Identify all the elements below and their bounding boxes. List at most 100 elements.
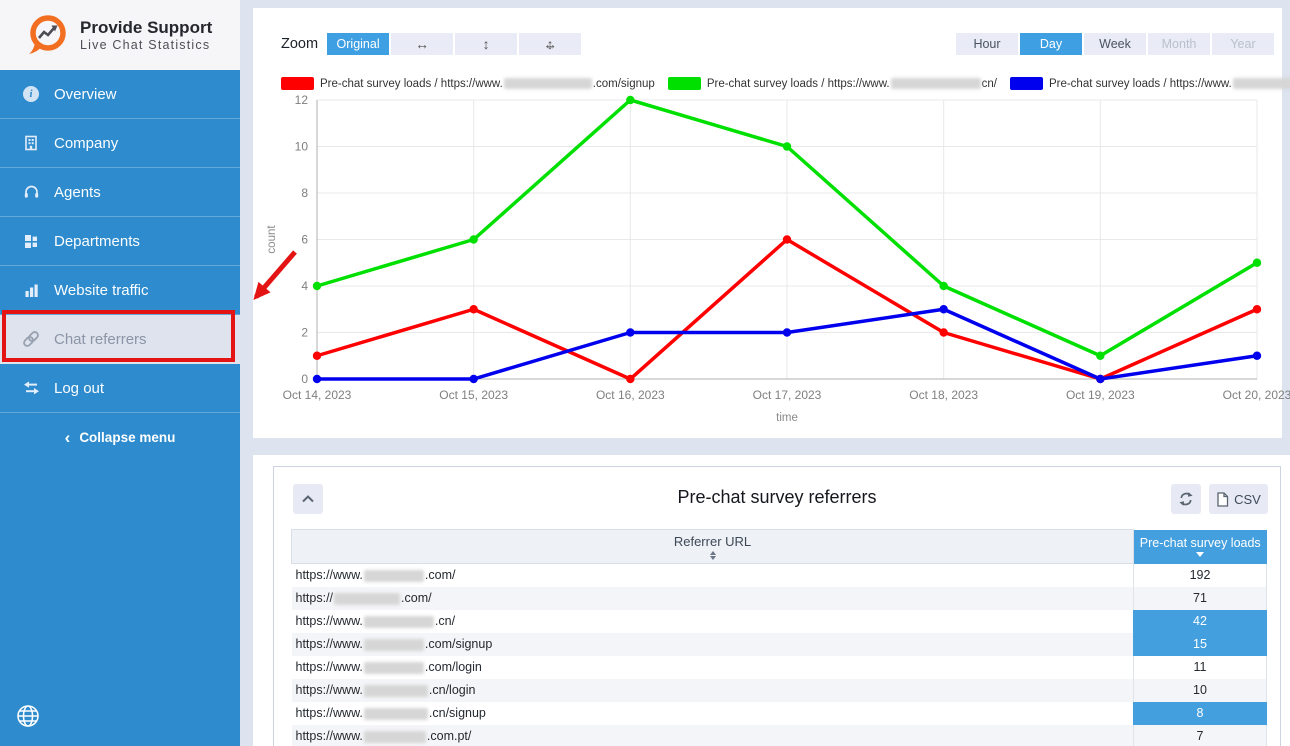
zoom-both-button[interactable]: ↔ ↕ [519, 33, 581, 55]
svg-text:Oct 14, 2023: Oct 14, 2023 [283, 388, 352, 402]
redacted-text [504, 78, 592, 89]
horizontal-arrow-icon: ↔ [415, 36, 429, 52]
sidebar-item-label: Overview [54, 86, 117, 103]
referrers-table: Referrer URL Pre-chat survey loads htt [291, 529, 1267, 746]
chart-legend: Pre-chat survey loads / https://www..com… [281, 77, 1290, 90]
column-header-survey-loads[interactable]: Pre-chat survey loads [1134, 530, 1267, 564]
sidebar-item-label: Company [54, 135, 118, 152]
survey-loads-cell: 10 [1134, 679, 1267, 702]
brand-header: Provide Support Live Chat Statistics [0, 0, 240, 70]
zoom-original-button[interactable]: Original [327, 33, 389, 55]
redacted-text [364, 685, 428, 697]
vertical-arrow-icon: ↕ [483, 36, 490, 52]
collapse-panel-button[interactable] [293, 484, 323, 514]
svg-text:8: 8 [301, 186, 308, 200]
redacted-text [364, 616, 434, 628]
csv-label: CSV [1234, 492, 1261, 507]
svg-text:Oct 18, 2023: Oct 18, 2023 [909, 388, 978, 402]
svg-text:12: 12 [295, 93, 309, 107]
departments-grid-icon [21, 234, 41, 249]
data-point [1253, 305, 1261, 313]
survey-loads-cell: 8 [1134, 702, 1267, 725]
survey-loads-cell: 11 [1134, 656, 1267, 679]
zoom-toolbar: Zoom Original ↔ ↕ ↔ ↕ [281, 33, 583, 55]
sidebar-item-website-traffic[interactable]: Website traffic [0, 266, 240, 315]
sidebar-item-agents[interactable]: Agents [0, 168, 240, 217]
legend-item: Pre-chat survey loads / https://www..cn/… [1010, 77, 1290, 90]
bar-chart-icon [21, 283, 41, 298]
svg-text:count: count [266, 225, 278, 254]
sidebar-item-chat-referrers[interactable]: Chat referrers [0, 315, 240, 364]
collapse-menu-button[interactable]: ‹ Collapse menu [0, 413, 240, 461]
brand-text: Provide Support Live Chat Statistics [80, 18, 212, 52]
period-toolbar: Hour Day Week Month Year [956, 33, 1276, 55]
sidebar-item-departments[interactable]: Departments [0, 217, 240, 266]
table-row: https://www..com/login11 [292, 656, 1267, 679]
provide-support-logo-icon [24, 12, 70, 58]
data-point [939, 305, 947, 313]
sidebar-item-company[interactable]: Company [0, 119, 240, 168]
zoom-horizontal-button[interactable]: ↔ [391, 33, 453, 55]
data-point [469, 235, 477, 243]
chart-card: Zoom Original ↔ ↕ ↔ ↕ Hour Day Week Mont… [253, 8, 1282, 438]
period-year-button[interactable]: Year [1212, 33, 1274, 55]
data-point [1253, 352, 1261, 360]
svg-text:Oct 19, 2023: Oct 19, 2023 [1066, 388, 1135, 402]
svg-text:Oct 16, 2023: Oct 16, 2023 [596, 388, 665, 402]
data-point [783, 142, 791, 150]
svg-text:Oct 17, 2023: Oct 17, 2023 [753, 388, 822, 402]
app-window: Provide Support Live Chat Statistics i O… [0, 0, 1290, 746]
sidebar-item-label: Chat referrers [54, 331, 147, 348]
period-week-button[interactable]: Week [1084, 33, 1146, 55]
data-point [626, 96, 634, 104]
period-day-button[interactable]: Day [1020, 33, 1082, 55]
svg-text:6: 6 [301, 233, 308, 247]
svg-text:2: 2 [301, 326, 308, 340]
headset-icon [21, 184, 41, 200]
sidebar-item-label: Departments [54, 233, 140, 250]
sidebar-item-label: Website traffic [54, 282, 148, 299]
redacted-text [364, 639, 424, 651]
svg-text:4: 4 [301, 279, 308, 293]
table-row: https://www..com/192 [292, 564, 1267, 587]
sidebar-item-overview[interactable]: i Overview [0, 70, 240, 119]
column-header-referrer-url[interactable]: Referrer URL [292, 530, 1134, 564]
redacted-text [364, 570, 424, 582]
data-point [1253, 259, 1261, 267]
data-point [469, 305, 477, 313]
file-icon [1216, 492, 1229, 507]
collapse-menu-label: Collapse menu [79, 430, 175, 445]
period-hour-button[interactable]: Hour [956, 33, 1018, 55]
refresh-button[interactable] [1171, 484, 1201, 514]
pre-chat-survey-referrers-panel: Pre-chat survey referrers CSV [273, 466, 1281, 746]
period-month-button[interactable]: Month [1148, 33, 1210, 55]
refresh-icon [1178, 491, 1194, 507]
zoom-label: Zoom [281, 36, 318, 52]
building-icon [21, 135, 41, 151]
table-row: https://.com/71 [292, 587, 1267, 610]
data-point [1096, 375, 1104, 383]
table-row: https://www..com/signup15 [292, 633, 1267, 656]
data-point [313, 352, 321, 360]
redacted-text [334, 593, 400, 605]
legend-swatch [668, 77, 701, 90]
data-point [626, 375, 634, 383]
data-point [469, 375, 477, 383]
legend-item: Pre-chat survey loads / https://www..com… [281, 77, 655, 90]
survey-loads-cell: 42 [1134, 610, 1267, 633]
language-globe-icon[interactable] [15, 704, 41, 730]
sidebar-item-log-out[interactable]: Log out [0, 364, 240, 413]
chart-plot-area[interactable]: 024681012Oct 14, 2023Oct 15, 2023Oct 16,… [253, 92, 1290, 437]
redacted-text [364, 662, 424, 674]
brand-subtitle: Live Chat Statistics [80, 38, 212, 52]
survey-loads-cell: 71 [1134, 587, 1267, 610]
survey-loads-cell: 15 [1134, 633, 1267, 656]
sort-icon [710, 551, 716, 560]
data-point [626, 328, 634, 336]
brand-title: Provide Support [80, 18, 212, 38]
log-out-arrows-icon [21, 380, 41, 396]
svg-text:Oct 15, 2023: Oct 15, 2023 [439, 388, 508, 402]
redacted-text [891, 78, 981, 89]
export-csv-button[interactable]: CSV [1209, 484, 1268, 514]
zoom-vertical-button[interactable]: ↕ [455, 33, 517, 55]
